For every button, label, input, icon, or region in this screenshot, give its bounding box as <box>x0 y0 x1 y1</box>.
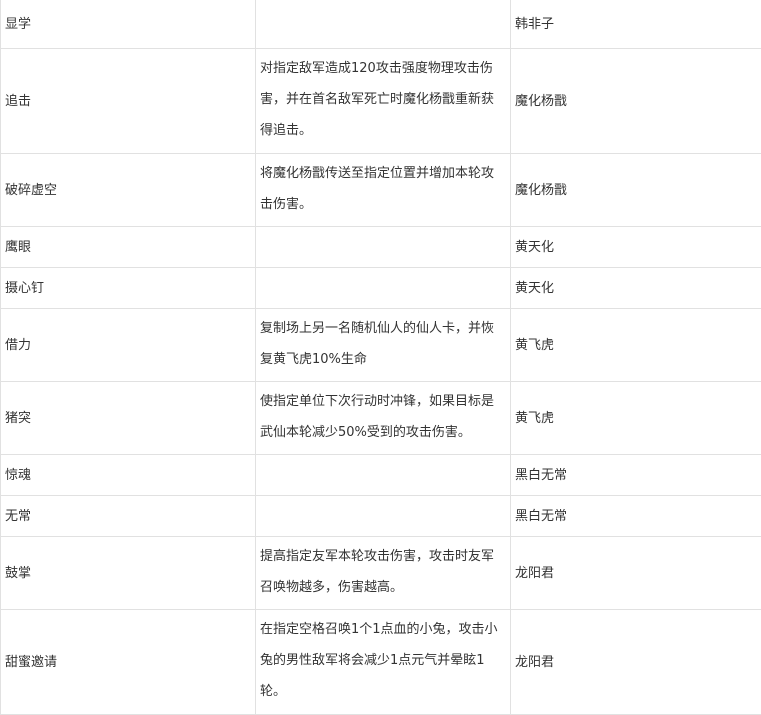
skill-desc-cell <box>256 496 511 537</box>
skill-desc-cell <box>256 268 511 309</box>
skill-desc-cell: 对指定敌军造成120攻击强度物理攻击伤害，并在首名敌军死亡时魔化杨戬重新获得追击… <box>256 49 511 154</box>
table-row: 追击 对指定敌军造成120攻击强度物理攻击伤害，并在首名敌军死亡时魔化杨戬重新获… <box>1 49 761 154</box>
skill-desc-cell: 在指定空格召唤1个1点血的小兔，攻击小兔的男性敌军将会减少1点元气并晕眩1轮。 <box>256 610 511 715</box>
skill-desc-cell: 使指定单位下次行动时冲锋，如果目标是武仙本轮减少50%受到的攻击伤害。 <box>256 382 511 455</box>
skill-desc-cell: 复制场上另一名随机仙人的仙人卡，并恢复黄飞虎10%生命 <box>256 309 511 382</box>
skill-name-cell: 无常 <box>1 496 256 537</box>
skill-desc-cell: 提高指定友军本轮攻击伤害，攻击时友军召唤物越多，伤害越高。 <box>256 537 511 610</box>
skill-desc-cell <box>256 455 511 496</box>
hero-name-cell: 魔化杨戬 <box>511 154 761 227</box>
skill-name-cell: 甜蜜邀请 <box>1 610 256 715</box>
skill-name-cell: 猪突 <box>1 382 256 455</box>
hero-name-cell: 黑白无常 <box>511 496 761 537</box>
skill-desc-cell: 将魔化杨戬传送至指定位置并增加本轮攻击伤害。 <box>256 154 511 227</box>
hero-name-cell: 龙阳君 <box>511 610 761 715</box>
skill-name-cell: 惊魂 <box>1 455 256 496</box>
hero-name-cell: 韩非子 <box>511 0 761 49</box>
table-row: 甜蜜邀请 在指定空格召唤1个1点血的小兔，攻击小兔的男性敌军将会减少1点元气并晕… <box>1 610 761 715</box>
skill-name-cell: 借力 <box>1 309 256 382</box>
hero-name-cell: 黄飞虎 <box>511 382 761 455</box>
table-row: 无常 黑白无常 <box>1 496 761 537</box>
table-row: 显学 韩非子 <box>1 0 761 49</box>
hero-name-cell: 魔化杨戬 <box>511 49 761 154</box>
skill-desc-cell <box>256 227 511 268</box>
table-row: 猪突 使指定单位下次行动时冲锋，如果目标是武仙本轮减少50%受到的攻击伤害。 黄… <box>1 382 761 455</box>
skill-name-cell: 显学 <box>1 0 256 49</box>
table-row: 惊魂 黑白无常 <box>1 455 761 496</box>
hero-name-cell: 黑白无常 <box>511 455 761 496</box>
hero-name-cell: 黄天化 <box>511 227 761 268</box>
skill-name-cell: 鼓掌 <box>1 537 256 610</box>
skill-table: 显学 韩非子 追击 对指定敌军造成120攻击强度物理攻击伤害，并在首名敌军死亡时… <box>0 0 761 715</box>
table-row: 鼓掌 提高指定友军本轮攻击伤害，攻击时友军召唤物越多，伤害越高。 龙阳君 <box>1 537 761 610</box>
skill-name-cell: 破碎虚空 <box>1 154 256 227</box>
hero-name-cell: 黄飞虎 <box>511 309 761 382</box>
table-row: 借力 复制场上另一名随机仙人的仙人卡，并恢复黄飞虎10%生命 黄飞虎 <box>1 309 761 382</box>
table-row: 鹰眼 黄天化 <box>1 227 761 268</box>
hero-name-cell: 龙阳君 <box>511 537 761 610</box>
skill-name-cell: 追击 <box>1 49 256 154</box>
skill-name-cell: 鹰眼 <box>1 227 256 268</box>
skill-name-cell: 摄心钉 <box>1 268 256 309</box>
skill-desc-cell <box>256 0 511 49</box>
table-row: 破碎虚空 将魔化杨戬传送至指定位置并增加本轮攻击伤害。 魔化杨戬 <box>1 154 761 227</box>
table-row: 摄心钉 黄天化 <box>1 268 761 309</box>
hero-name-cell: 黄天化 <box>511 268 761 309</box>
